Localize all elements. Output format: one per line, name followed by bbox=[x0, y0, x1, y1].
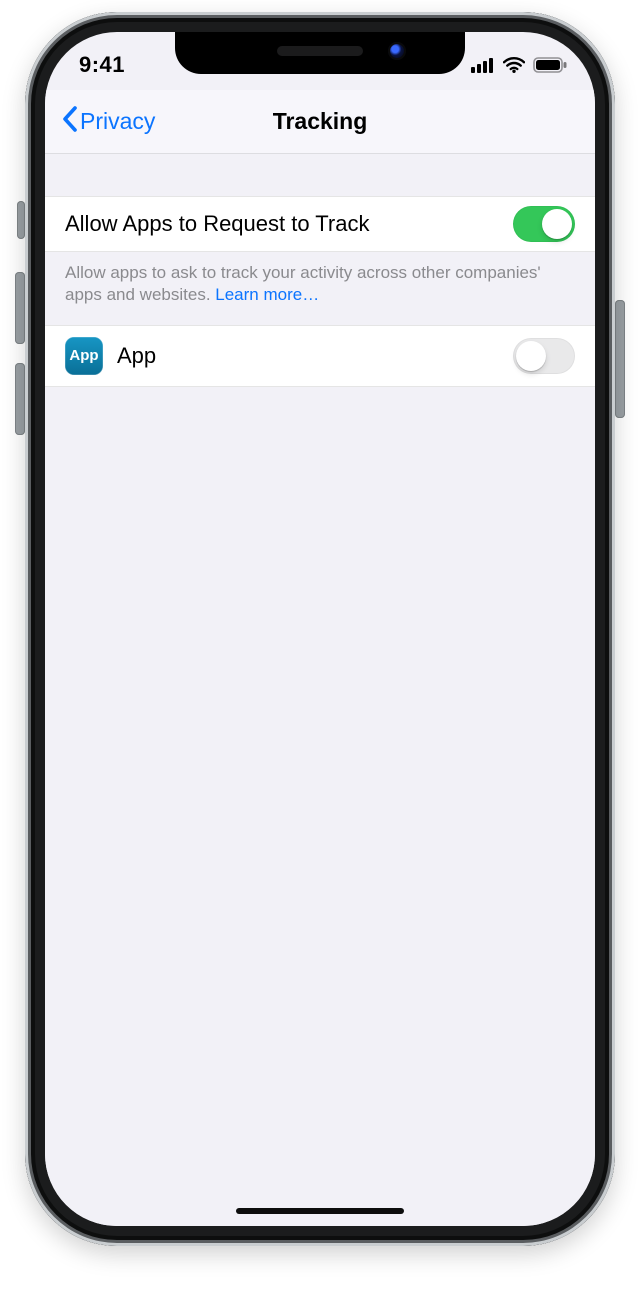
hardware-silence-switch bbox=[17, 201, 25, 239]
navigation-bar: Privacy Tracking bbox=[45, 90, 595, 154]
wifi-icon bbox=[503, 57, 525, 73]
status-time: 9:41 bbox=[79, 52, 125, 78]
app-row: App App bbox=[45, 325, 595, 387]
learn-more-link[interactable]: Learn more… bbox=[215, 285, 319, 304]
back-button[interactable]: Privacy bbox=[51, 90, 165, 153]
page-title: Tracking bbox=[273, 108, 368, 135]
app-tracking-toggle[interactable] bbox=[513, 338, 575, 374]
back-label: Privacy bbox=[80, 108, 155, 135]
app-icon: App bbox=[65, 337, 103, 375]
content: Allow Apps to Request to Track Allow app… bbox=[45, 154, 595, 1226]
device-frame: 9:41 bbox=[25, 12, 615, 1246]
app-name: App bbox=[117, 343, 156, 369]
battery-icon bbox=[533, 57, 567, 73]
chevron-left-icon bbox=[61, 105, 78, 139]
allow-apps-request-toggle[interactable] bbox=[513, 206, 575, 242]
allow-apps-request-label: Allow Apps to Request to Track bbox=[65, 211, 370, 237]
hardware-power-button bbox=[615, 300, 625, 418]
section-footer: Allow apps to ask to track your activity… bbox=[45, 252, 595, 325]
allow-apps-request-row: Allow Apps to Request to Track bbox=[45, 196, 595, 252]
hardware-volume-up bbox=[15, 272, 25, 344]
screen: 9:41 bbox=[45, 32, 595, 1226]
earpiece bbox=[277, 46, 363, 56]
front-camera bbox=[388, 42, 406, 60]
cellular-icon bbox=[471, 57, 495, 73]
hardware-volume-down bbox=[15, 363, 25, 435]
home-indicator[interactable] bbox=[236, 1208, 404, 1214]
